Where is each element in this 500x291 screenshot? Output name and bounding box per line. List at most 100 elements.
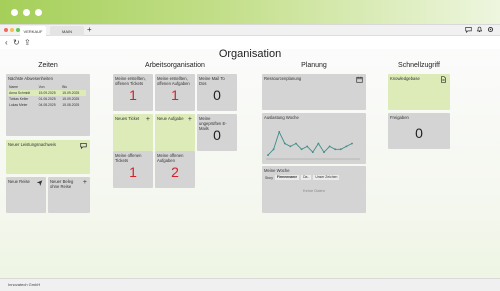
tile-label: Freigaben xyxy=(390,115,409,120)
tile-label: Meine offenen Aufgaben xyxy=(157,153,184,163)
close-dot[interactable] xyxy=(11,9,18,16)
tile-label: Neues Ticket xyxy=(115,116,140,121)
status-footer: Innovatech GmbH xyxy=(0,278,500,291)
tile-value: 1 xyxy=(171,87,179,103)
data-point xyxy=(351,142,353,145)
refresh-button[interactable]: ↻ xyxy=(13,38,20,48)
plane-icon xyxy=(36,179,43,188)
field-firmenname[interactable]: Firmenname xyxy=(274,175,300,180)
plus-icon: + xyxy=(187,116,192,123)
series-line xyxy=(267,130,353,156)
maximize-dot[interactable] xyxy=(35,9,42,16)
data-point xyxy=(323,151,325,154)
tile-label: Neuer Leistungsnachweis xyxy=(8,142,56,147)
erstellte-tickets-tile[interactable]: Meine erstellten, offenen Tickets 1 xyxy=(113,74,153,111)
cell-from: 04.08.2025 xyxy=(38,103,56,107)
tile-value: 2 xyxy=(171,164,179,180)
offene-tickets-tile[interactable]: Meine offenen Tickets 1 xyxy=(113,151,153,188)
gear-icon[interactable] xyxy=(487,26,494,33)
window-controls xyxy=(11,9,42,16)
data-point xyxy=(272,148,275,151)
freigaben-tile[interactable]: Freigaben 0 xyxy=(388,113,450,149)
column-heading-planung: Planung xyxy=(301,62,327,69)
tile-label: Meine offenen Tickets xyxy=(115,153,142,163)
cell-to: 15.09.2025 xyxy=(62,97,80,101)
column-header: Von xyxy=(38,85,45,89)
tile-label: Neue Reise xyxy=(8,179,30,184)
cell-name: Lukas Meier xyxy=(9,103,28,107)
tab-label: MAIN xyxy=(62,28,72,34)
data-point xyxy=(300,148,303,151)
back-button[interactable]: ‹ xyxy=(5,38,8,48)
tile-label: Nächste Abwesenheiten xyxy=(8,76,53,81)
data-point xyxy=(283,142,286,145)
table-row[interactable]: Lukas Meier 04.08.2025 15.08.2025 xyxy=(8,102,86,108)
offene-aufgaben-tile[interactable]: Meine offenen Aufgaben 2 xyxy=(155,151,195,188)
cell-to: 15.08.2025 xyxy=(62,103,80,107)
cell-name: Anna Schmidt xyxy=(9,91,31,95)
red-dot[interactable] xyxy=(4,28,8,32)
mail-todos-tile[interactable]: Meine Mail To Dos 0 xyxy=(197,74,237,111)
tile-label: Meine erstellten, offenen Tickets xyxy=(115,76,146,86)
data-point xyxy=(306,145,309,148)
field-story[interactable]: Story xyxy=(265,176,273,180)
column-heading-zeiten: Zeiten xyxy=(38,62,58,69)
chat-icon xyxy=(80,142,87,151)
meine-woche-tile[interactable]: Meine Woche Story Firmenname Da.. Unser … xyxy=(262,166,366,213)
tile-label: Knowledgebase xyxy=(390,76,420,81)
data-point xyxy=(289,145,292,148)
tile-label: Neuer Beleg ohne Reise xyxy=(50,179,74,189)
tab-label: VERKAUF xyxy=(23,28,43,34)
data-point xyxy=(278,131,281,133)
tile-label: Meine erstellten, offenen Aufgaben xyxy=(157,76,190,86)
auslastung-tile[interactable]: Auslastung Woche xyxy=(262,113,366,164)
tile-value: 1 xyxy=(129,164,137,180)
neues-ticket-tile[interactable]: Neues Ticket + xyxy=(113,114,153,151)
data-point xyxy=(317,142,320,145)
yellow-dot[interactable] xyxy=(10,28,14,32)
field-datum[interactable]: Da.. xyxy=(301,175,312,180)
neue-reise-tile[interactable]: Neue Reise xyxy=(6,177,46,213)
tab-main[interactable]: MAIN xyxy=(50,26,84,36)
tile-value: 0 xyxy=(213,127,221,143)
column-heading-schnellzugriff: Schnellzugriff xyxy=(398,62,440,69)
field-unser-zeichen[interactable]: Unser Zeichen xyxy=(313,175,340,180)
tile-label: Ressourcenplanung xyxy=(264,76,302,81)
cell-to: 15.09.2025 xyxy=(62,91,80,95)
data-point xyxy=(339,148,342,151)
absence-tile[interactable]: Nächste Abwesenheiten Name Von Bis Anna … xyxy=(6,74,90,136)
tile-value: 0 xyxy=(415,125,423,141)
cell-from: 01.06.2025 xyxy=(38,97,56,101)
company-name: Innovatech GmbH xyxy=(8,282,41,287)
data-point xyxy=(267,154,269,156)
tab-verkauf[interactable]: VERKAUF xyxy=(20,26,46,36)
data-point xyxy=(328,145,331,148)
column-header: Name xyxy=(9,85,19,89)
tile-value: 0 xyxy=(213,87,221,103)
knowledgebase-tile[interactable]: Knowledgebase xyxy=(388,74,450,110)
share-button[interactable]: ⇪ xyxy=(24,38,31,48)
tile-label: Neue Aufgabe xyxy=(157,116,184,121)
ressourcenplanung-tile[interactable]: Ressourcenplanung xyxy=(262,74,366,110)
tile-value: 1 xyxy=(129,87,137,103)
app-banner xyxy=(0,0,500,26)
empty-state: Keine Daten xyxy=(302,188,325,193)
cell-from: 15.09.2025 xyxy=(38,91,56,95)
leistungsnachweis-tile[interactable]: Neuer Leistungsnachweis xyxy=(6,140,90,174)
neuer-beleg-tile[interactable]: Neuer Beleg ohne Reise + xyxy=(48,177,90,213)
calendar-icon xyxy=(356,76,363,85)
absence-table: Name Von Bis Anna Schmidt 15.09.2025 15.… xyxy=(8,84,86,108)
neue-aufgabe-tile[interactable]: Neue Aufgabe + xyxy=(155,114,195,151)
bell-icon[interactable] xyxy=(476,26,483,33)
column-heading-arbeitsorganisation: Arbeitsorganisation xyxy=(145,62,205,69)
ungepruefte-emails-tile[interactable]: Meine ungeprüften E-Mails 0 xyxy=(197,114,237,151)
cell-name: Tobias Keller xyxy=(9,97,29,101)
tile-label: Meine Woche xyxy=(264,168,290,173)
auslastung-line-chart xyxy=(266,130,360,160)
chat-icon[interactable] xyxy=(465,26,472,34)
add-tab-button[interactable]: + xyxy=(87,25,92,35)
document-icon xyxy=(440,76,447,85)
erstellte-aufgaben-tile[interactable]: Meine erstellten, offenen Aufgaben 1 xyxy=(155,74,195,111)
minimize-dot[interactable] xyxy=(23,9,30,16)
tile-label: Meine Mail To Dos xyxy=(199,76,225,86)
